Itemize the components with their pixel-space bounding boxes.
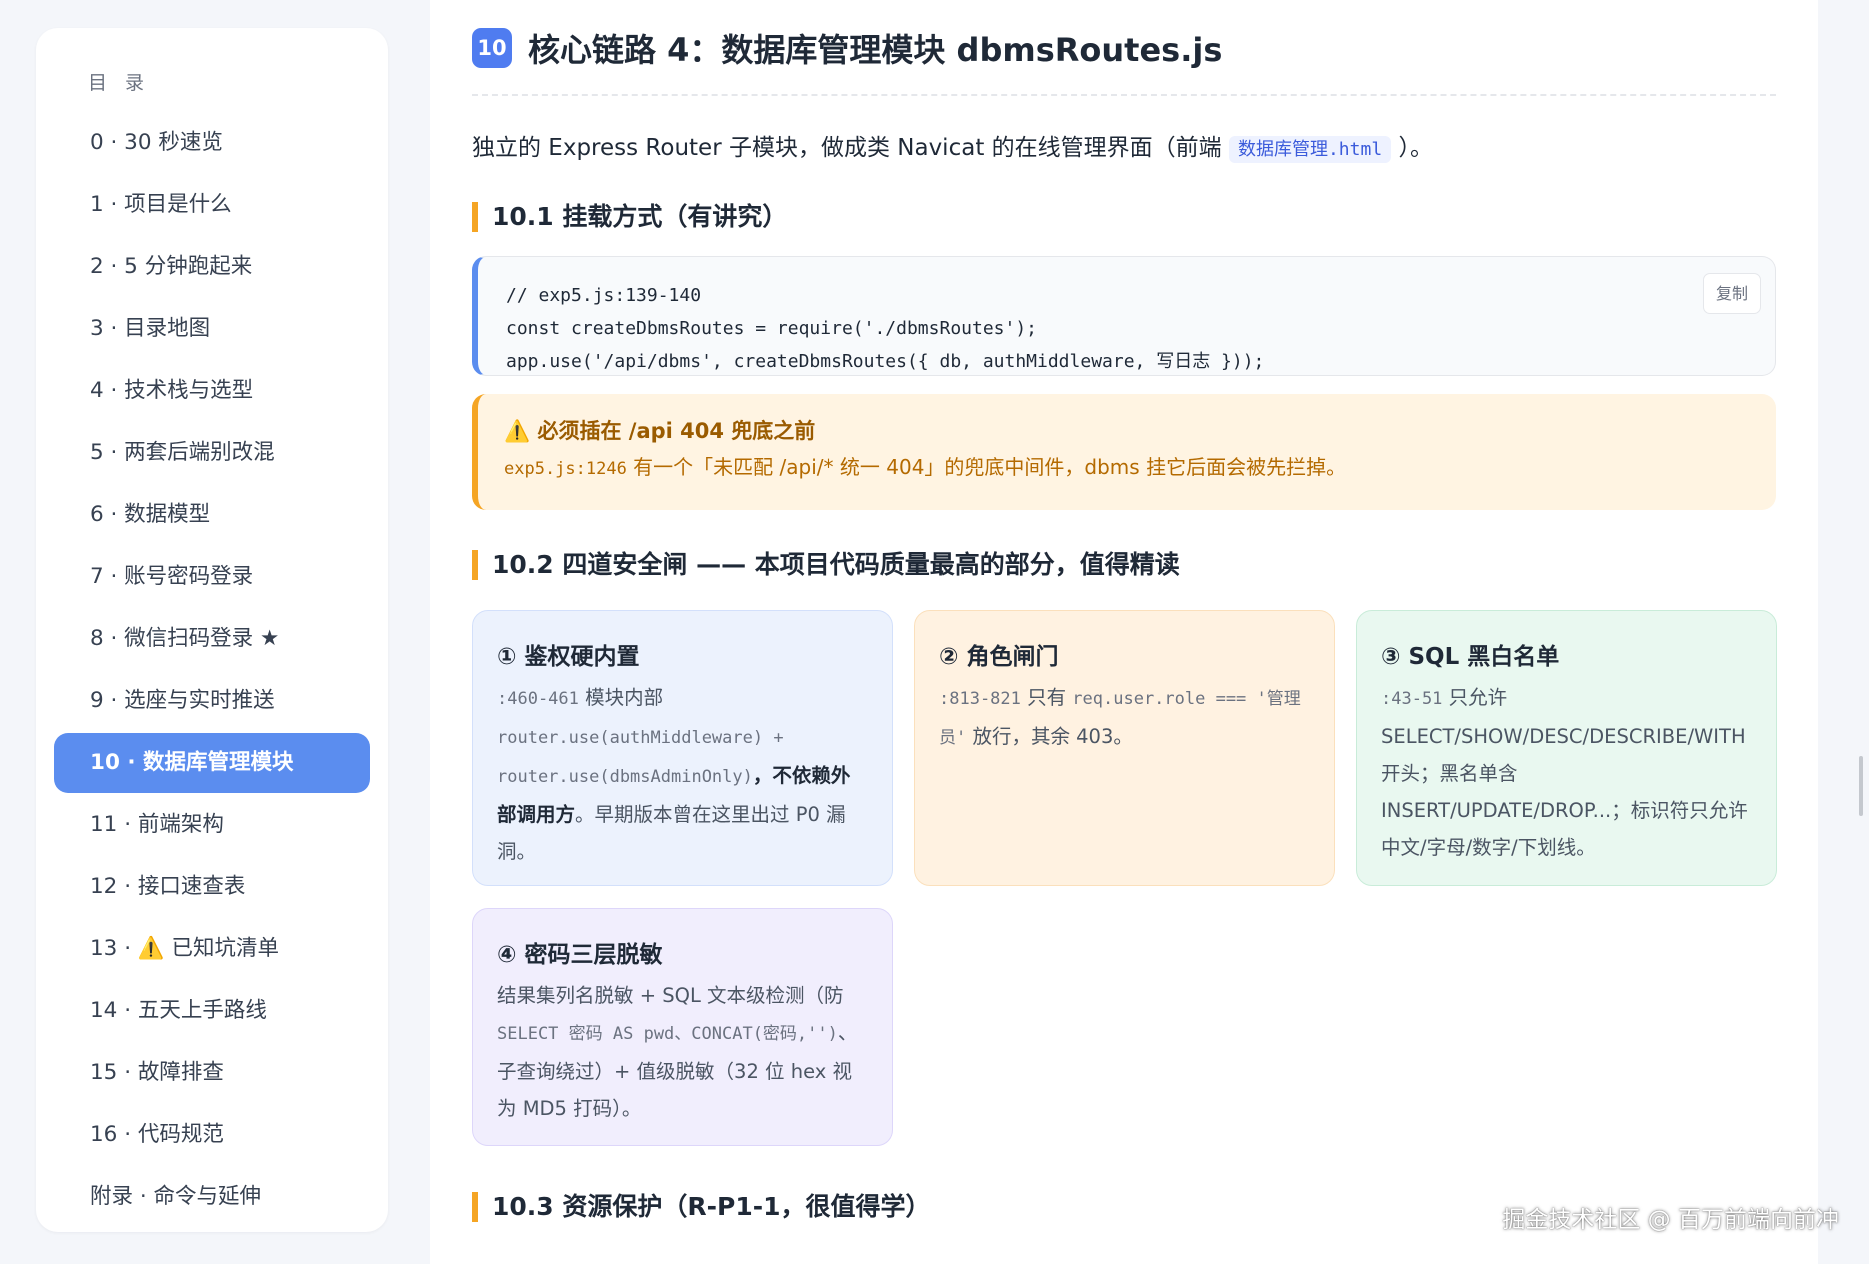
code-block: // exp5.js:139-140 const createDbmsRoute… [472,256,1776,376]
card-password-masking: ④ 密码三层脱敏 结果集列名脱敏 + SQL 文本级检测（防 SELECT 密码… [472,908,893,1146]
code-line: // exp5.js:139-140 [506,285,702,306]
security-cards: ① 鉴权硬内置 :460-461 模块内部 router.use(authMid… [472,610,1777,1146]
card-code: :43-51 [1381,689,1443,709]
card-title: ② 角色闸门 [939,644,1059,670]
card-body: :813-821 只有 req.user.role === '管理员' 放行，其… [939,679,1310,757]
toc-item[interactable]: 4 · 技术栈与选型 [54,361,370,421]
copy-button[interactable]: 复制 [1702,273,1761,314]
toc-item[interactable]: 6 · 数据模型 [54,485,370,545]
watermark-text: 掘金技术社区 @ 百万前端向前冲 [1502,1207,1839,1233]
card-text: 只有 [1020,686,1073,709]
warning-title: ⚠️ 必须插在 /api 404 兜底之前 [504,414,1750,448]
card-body: 结果集列名脱敏 + SQL 文本级检测（防 SELECT 密码 AS pwd、C… [497,977,868,1127]
card-title: ④ 密码三层脱敏 [497,942,663,968]
toc-item[interactable]: 8 · 微信扫码登录 ★ [54,609,370,669]
section-number-badge: 10 [472,28,512,68]
scrollbar-thumb[interactable] [1859,756,1863,816]
card-title: ① 鉴权硬内置 [497,644,640,670]
card-code: :813-821 [939,689,1021,709]
card-auth: ① 鉴权硬内置 :460-461 模块内部 router.use(authMid… [472,610,893,886]
section-heading: 10 核心链路 4：数据库管理模块 dbmsRoutes.js [472,4,1776,92]
toc-item[interactable]: 15 · 故障排查 [54,1043,370,1103]
toc-item[interactable]: 10 · 数据库管理模块 [54,733,370,793]
card-code: router.use(authMiddleware) + router.use(… [497,728,784,787]
toc-item[interactable]: 0 · 30 秒速览 [54,113,370,173]
toc-item[interactable]: 9 · 选座与实时推送 [54,671,370,731]
code-line: app.use('/api/dbms', createDbmsRoutes({ … [506,351,1265,372]
card-text: 模块内部 [578,686,664,709]
card-role-gate: ② 角色闸门 :813-821 只有 req.user.role === '管理… [914,610,1335,886]
card-title: ③ SQL 黑白名单 [1381,644,1560,670]
toc-item[interactable]: 1 · 项目是什么 [54,175,370,235]
warning-text: exp5.js:1246 有一个「未匹配 /api/* 统一 404」的兜底中间… [504,448,1750,488]
warning-callout: ⚠️ 必须插在 /api 404 兜底之前 exp5.js:1246 有一个「未… [472,394,1776,510]
warning-title-text: 必须插在 /api 404 兜底之前 [537,419,816,443]
card-code: :460-461 [497,689,579,709]
card-code: SELECT 密码 AS pwd、CONCAT(密码,'') [497,1024,838,1044]
toc-item[interactable]: 16 · 代码规范 [54,1105,370,1165]
toc-title: 目 录 [88,72,151,94]
intro-code: 数据库管理.html [1228,136,1392,163]
intro-suffix: ）。 [1398,135,1433,161]
card-text: 只允许 SELECT/SHOW/DESC/DESCRIBE/WITH 开头；黑名… [1381,686,1748,859]
card-text: 结果集列名脱敏 + SQL 文本级检测（防 [497,984,844,1007]
section-title: 核心链路 4：数据库管理模块 dbmsRoutes.js [528,31,1223,69]
toc-item[interactable]: 5 · 两套后端别改混 [54,423,370,483]
toc-item[interactable]: 14 · 五天上手路线 [54,981,370,1041]
subsection-title-10-1: 10.1 挂载方式（有讲究） [472,202,1776,232]
warning-icon: ⚠️ [504,419,531,443]
toc-item[interactable]: 3 · 目录地图 [54,299,370,359]
intro-text: 独立的 Express Router 子模块，做成类 Navicat 的在线管理… [472,135,1222,161]
toc-list: 0 · 30 秒速览 1 · 项目是什么 2 · 5 分钟跑起来 3 · 目录地图 4 … [54,113,370,1227]
section-intro: 独立的 Express Router 子模块，做成类 Navicat 的在线管理… [472,128,1776,170]
toc-sidebar: 目 录 0 · 30 秒速览 1 · 项目是什么 2 · 5 分钟跑起来 3 · 目录… [36,28,388,1232]
card-sql-whitelist: ③ SQL 黑白名单 :43-51 只允许 SELECT/SHOW/DESC/D… [1356,610,1777,886]
card-text: 放行，其余 403。 [966,725,1133,748]
toc-item[interactable]: 13 · ⚠️ 已知坑清单 [54,919,370,979]
warning-body: 有一个「未匹配 /api/* 统一 404」的兜底中间件，dbms 挂它后面会被… [626,455,1347,479]
main-content: 10 核心链路 4：数据库管理模块 dbmsRoutes.js 独立的 Expr… [430,0,1818,1264]
heading-divider [472,94,1776,96]
toc-item[interactable]: 附录 · 命令与延伸 [54,1167,370,1227]
toc-item[interactable]: 7 · 账号密码登录 [54,547,370,607]
card-body: :460-461 模块内部 router.use(authMiddleware)… [497,679,868,870]
code-line: const createDbmsRoutes = require('./dbms… [506,318,1038,339]
toc-item[interactable]: 2 · 5 分钟跑起来 [54,237,370,297]
warning-code-ref: exp5.js:1246 [504,459,627,479]
card-body: :43-51 只允许 SELECT/SHOW/DESC/DESCRIBE/WIT… [1381,679,1752,866]
toc-item[interactable]: 11 · 前端架构 [54,795,370,855]
toc-item[interactable]: 12 · 接口速查表 [54,857,370,917]
subsection-title-10-2: 10.2 四道安全闸 —— 本项目代码质量最高的部分，值得精读 [472,550,1776,580]
